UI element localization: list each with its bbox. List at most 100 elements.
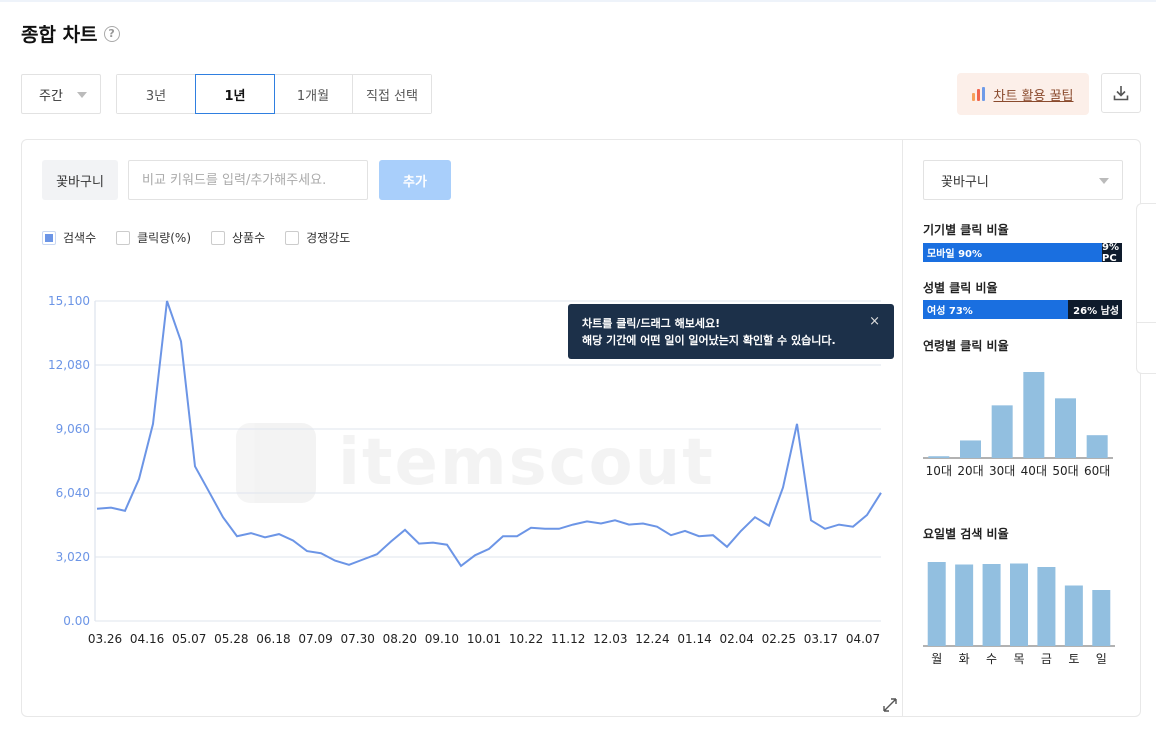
x-tick-label: 09.10: [425, 632, 459, 646]
bar-60대: [1086, 435, 1108, 458]
legend-label: 상품수: [232, 231, 266, 245]
checkbox-icon[interactable]: [285, 230, 300, 245]
x-tick-label: 10.22: [509, 632, 543, 646]
tab-custom-range[interactable]: 직접 선택: [353, 75, 431, 113]
y-tick-label: 3,020: [56, 550, 90, 564]
device-ratio-bar: 모바일 90% 9% PC: [923, 242, 1122, 264]
category-label: 목: [1013, 652, 1024, 666]
panel-divider: [902, 140, 903, 716]
compare-keyword-input[interactable]: [128, 160, 368, 200]
download-icon: [1113, 86, 1129, 101]
x-tick-label: 05.07: [172, 632, 206, 646]
category-label: 10대: [926, 464, 952, 478]
y-tick-label: 0.00: [63, 614, 90, 628]
bar-화: [955, 564, 974, 646]
x-tick-label: 02.25: [762, 632, 796, 646]
chart-tips-button[interactable]: 차트 활용 꿀팁: [957, 73, 1089, 115]
x-tick-label: 10.01: [467, 632, 501, 646]
sidebar-select-value: 꽃바구니: [941, 174, 989, 190]
category-label: 일: [1096, 652, 1107, 666]
y-tick-label: 12,080: [48, 358, 90, 372]
x-tick-label: 04.16: [130, 632, 164, 646]
chart-tips-label: 차트 활용 꿀팁: [993, 88, 1074, 104]
bar-50대: [1055, 398, 1076, 458]
legend-product-count[interactable]: 상품수: [211, 229, 265, 246]
bar-월: [927, 562, 946, 646]
male-ratio-segment: 26% 남성: [1068, 300, 1122, 319]
x-tick-label: 03.26: [88, 632, 122, 646]
gender-ratio-bar: 여성 73% 26% 남성: [923, 300, 1122, 319]
category-label: 금: [1041, 652, 1052, 666]
page-title: 종합 차트 ?: [21, 20, 120, 47]
pc-ratio-segment: 9% PC: [1102, 242, 1122, 264]
bar-20대: [960, 440, 981, 458]
period-select-value: 주간: [39, 88, 63, 104]
legend-label: 검색수: [63, 231, 97, 245]
chart-hint-tooltip: 차트를 클릭/드래그 해보세요! 해당 기간에 어떤 일이 일어났는지 확인할 …: [568, 304, 894, 359]
y-tick-label: 15,100: [48, 294, 90, 308]
category-label: 20대: [957, 464, 983, 478]
checkbox-icon[interactable]: [211, 230, 226, 245]
chevron-down-icon: [1099, 178, 1109, 184]
bar-30대: [991, 405, 1013, 458]
tooltip-line-2: 해당 기간에 어떤 일이 일어났는지 확인할 수 있습니다.: [582, 334, 836, 347]
x-tick-label: 04.07: [846, 632, 880, 646]
x-tick-label: 12.03: [593, 632, 627, 646]
legend-competition[interactable]: 경쟁강도: [285, 229, 350, 246]
x-tick-label: 03.17: [804, 632, 838, 646]
tooltip-line-1: 차트를 클릭/드래그 해보세요!: [582, 317, 721, 330]
bar-금: [1037, 567, 1056, 646]
x-tick-label: 05.28: [214, 632, 248, 646]
tab-1-month[interactable]: 1개월: [274, 75, 353, 113]
legend-label: 경쟁강도: [306, 231, 351, 245]
x-tick-label: 01.14: [677, 632, 711, 646]
legend-search-count[interactable]: 검색수: [42, 229, 96, 246]
category-label: 40대: [1021, 464, 1047, 478]
category-label: 50대: [1052, 464, 1078, 478]
weekday-search-bar-chart: 월화수목금토일: [923, 562, 1115, 666]
category-label: 60대: [1084, 464, 1110, 478]
bar-일: [1092, 590, 1111, 646]
download-button[interactable]: [1101, 73, 1141, 113]
bar-목: [1010, 563, 1028, 646]
top-border: [0, 0, 1156, 2]
keyword-tag[interactable]: 꽃바구니: [42, 160, 118, 200]
device-ratio-title: 기기별 클릭 비율: [923, 223, 1009, 237]
checkbox-checked-icon[interactable]: [42, 230, 56, 245]
page-title-text: 종합 차트: [21, 24, 98, 46]
sidebar-keyword-select[interactable]: 꽃바구니: [923, 160, 1123, 200]
close-icon[interactable]: ×: [869, 313, 880, 330]
category-label: 토: [1068, 652, 1079, 666]
expand-chart-button[interactable]: [879, 694, 900, 715]
add-keyword-button[interactable]: 추가: [379, 160, 451, 200]
tab-1-year[interactable]: 1년: [195, 74, 275, 114]
tab-3-years[interactable]: 3년: [117, 75, 196, 113]
range-tabs: 3년 1년 1개월 직접 선택: [116, 74, 432, 114]
category-label: 화: [959, 652, 970, 666]
chevron-down-icon: [77, 92, 87, 98]
x-tick-label: 07.09: [298, 632, 332, 646]
side-floating-panel[interactable]: [1136, 203, 1156, 374]
bar-토: [1064, 585, 1083, 646]
age-click-bar-chart: 10대 20대 30대 40대 50대 60대: [923, 372, 1113, 478]
bar-40대: [1023, 372, 1045, 458]
expand-icon: [882, 697, 897, 712]
legend-label: 클릭량(%): [137, 231, 192, 245]
bar-chart-icon: [972, 87, 986, 101]
x-tick-label: 12.24: [635, 632, 669, 646]
y-tick-label: 6,040: [56, 486, 90, 500]
question-circle-icon[interactable]: ?: [103, 25, 120, 42]
y-tick-label: 9,060: [56, 422, 90, 436]
category-label: 수: [986, 652, 997, 666]
checkbox-icon[interactable]: [116, 230, 131, 245]
x-tick-label: 02.04: [719, 632, 753, 646]
bar-10대: [928, 456, 950, 458]
x-tick-label: 11.12: [551, 632, 585, 646]
x-tick-label: 07.30: [340, 632, 374, 646]
legend-click-rate[interactable]: 클릭량(%): [116, 229, 191, 246]
category-label: 30대: [989, 464, 1015, 478]
period-select[interactable]: 주간: [21, 74, 101, 114]
age-ratio-title: 연령별 클릭 비율: [923, 339, 1009, 353]
x-tick-label: 08.20: [383, 632, 417, 646]
x-tick-label: 06.18: [256, 632, 290, 646]
